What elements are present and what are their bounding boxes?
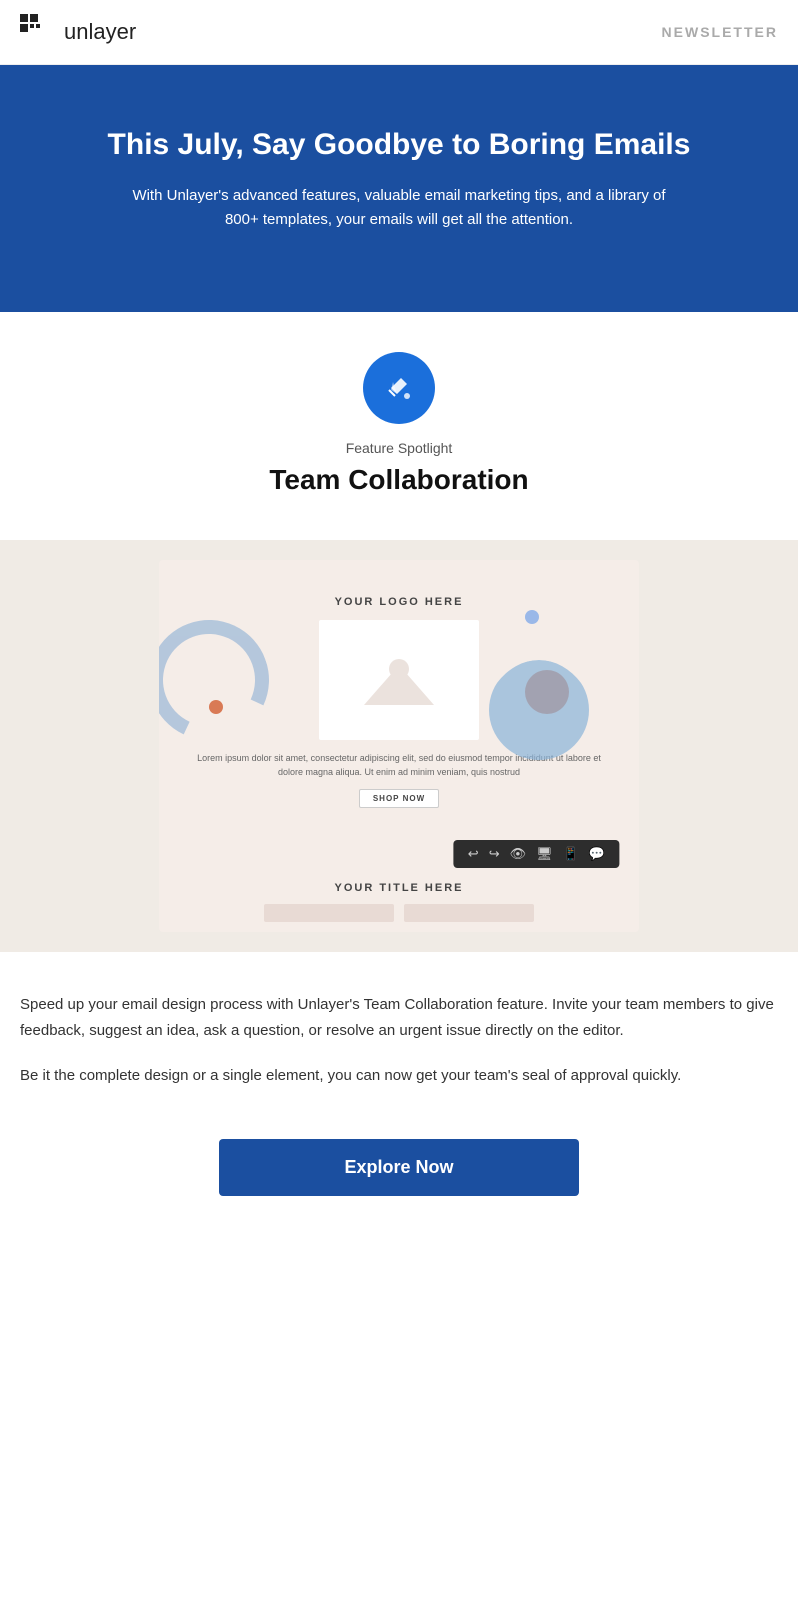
deco-small-orange-circle bbox=[209, 700, 223, 714]
template-toolbar[interactable]: ↩ ↪ 👁 🖥 📱 💬 bbox=[454, 840, 619, 868]
hero-section: This July, Say Goodbye to Boring Emails … bbox=[0, 65, 798, 312]
paint-bucket-icon bbox=[381, 370, 417, 406]
feature-title: Team Collaboration bbox=[20, 464, 778, 496]
toolbar-comment-icon[interactable]: 💬 bbox=[589, 846, 605, 862]
deco-small-blue-circle bbox=[525, 610, 539, 624]
mountain-placeholder-icon bbox=[364, 655, 434, 705]
toolbar-desktop-icon[interactable]: 🖥 bbox=[536, 846, 553, 862]
feature-spotlight-label: Feature Spotlight bbox=[20, 440, 778, 456]
body-paragraph-1: Speed up your email design process with … bbox=[20, 992, 778, 1043]
deco-arc-blue bbox=[489, 660, 589, 760]
hero-title: This July, Say Goodbye to Boring Emails bbox=[60, 125, 738, 164]
toolbar-undo-icon[interactable]: ↩ bbox=[468, 846, 479, 862]
cta-section: Explore Now bbox=[0, 1119, 798, 1236]
footer-bar-left bbox=[264, 904, 394, 922]
toolbar-redo-icon[interactable]: ↪ bbox=[489, 846, 500, 862]
template-card: YOUR LOGO HERE Lorem ipsum dolor sit ame… bbox=[179, 580, 619, 834]
explore-now-button[interactable]: Explore Now bbox=[219, 1139, 579, 1196]
feature-icon-circle bbox=[363, 352, 435, 424]
newsletter-label: NEWSLETTER bbox=[662, 24, 778, 40]
template-shop-button[interactable]: SHOP NOW bbox=[359, 789, 439, 808]
template-preview-inner: YOUR LOGO HERE Lorem ipsum dolor sit ame… bbox=[159, 560, 639, 932]
template-preview-area: YOUR LOGO HERE Lorem ipsum dolor sit ame… bbox=[0, 540, 798, 952]
toolbar-mobile-icon[interactable]: 📱 bbox=[563, 846, 579, 862]
hero-subtitle: With Unlayer's advanced features, valuab… bbox=[129, 184, 669, 232]
unlayer-logo-icon bbox=[20, 14, 56, 50]
feature-section: Feature Spotlight Team Collaboration bbox=[0, 312, 798, 540]
logo-container: unlayer bbox=[20, 14, 136, 50]
template-footer-bars bbox=[179, 904, 619, 932]
logo-text: unlayer bbox=[64, 19, 136, 45]
footer-bar-right bbox=[404, 904, 534, 922]
template-title-area: YOUR TITLE HERE bbox=[179, 868, 619, 904]
body-text-section: Speed up your email design process with … bbox=[0, 972, 798, 1119]
template-image-placeholder bbox=[319, 620, 479, 740]
deco-striped-circle bbox=[159, 603, 286, 757]
page-header: unlayer NEWSLETTER bbox=[0, 0, 798, 65]
toolbar-preview-icon[interactable]: 👁 bbox=[510, 846, 527, 862]
body-paragraph-2: Be it the complete design or a single el… bbox=[20, 1063, 778, 1089]
template-logo-area: YOUR LOGO HERE bbox=[195, 596, 603, 608]
